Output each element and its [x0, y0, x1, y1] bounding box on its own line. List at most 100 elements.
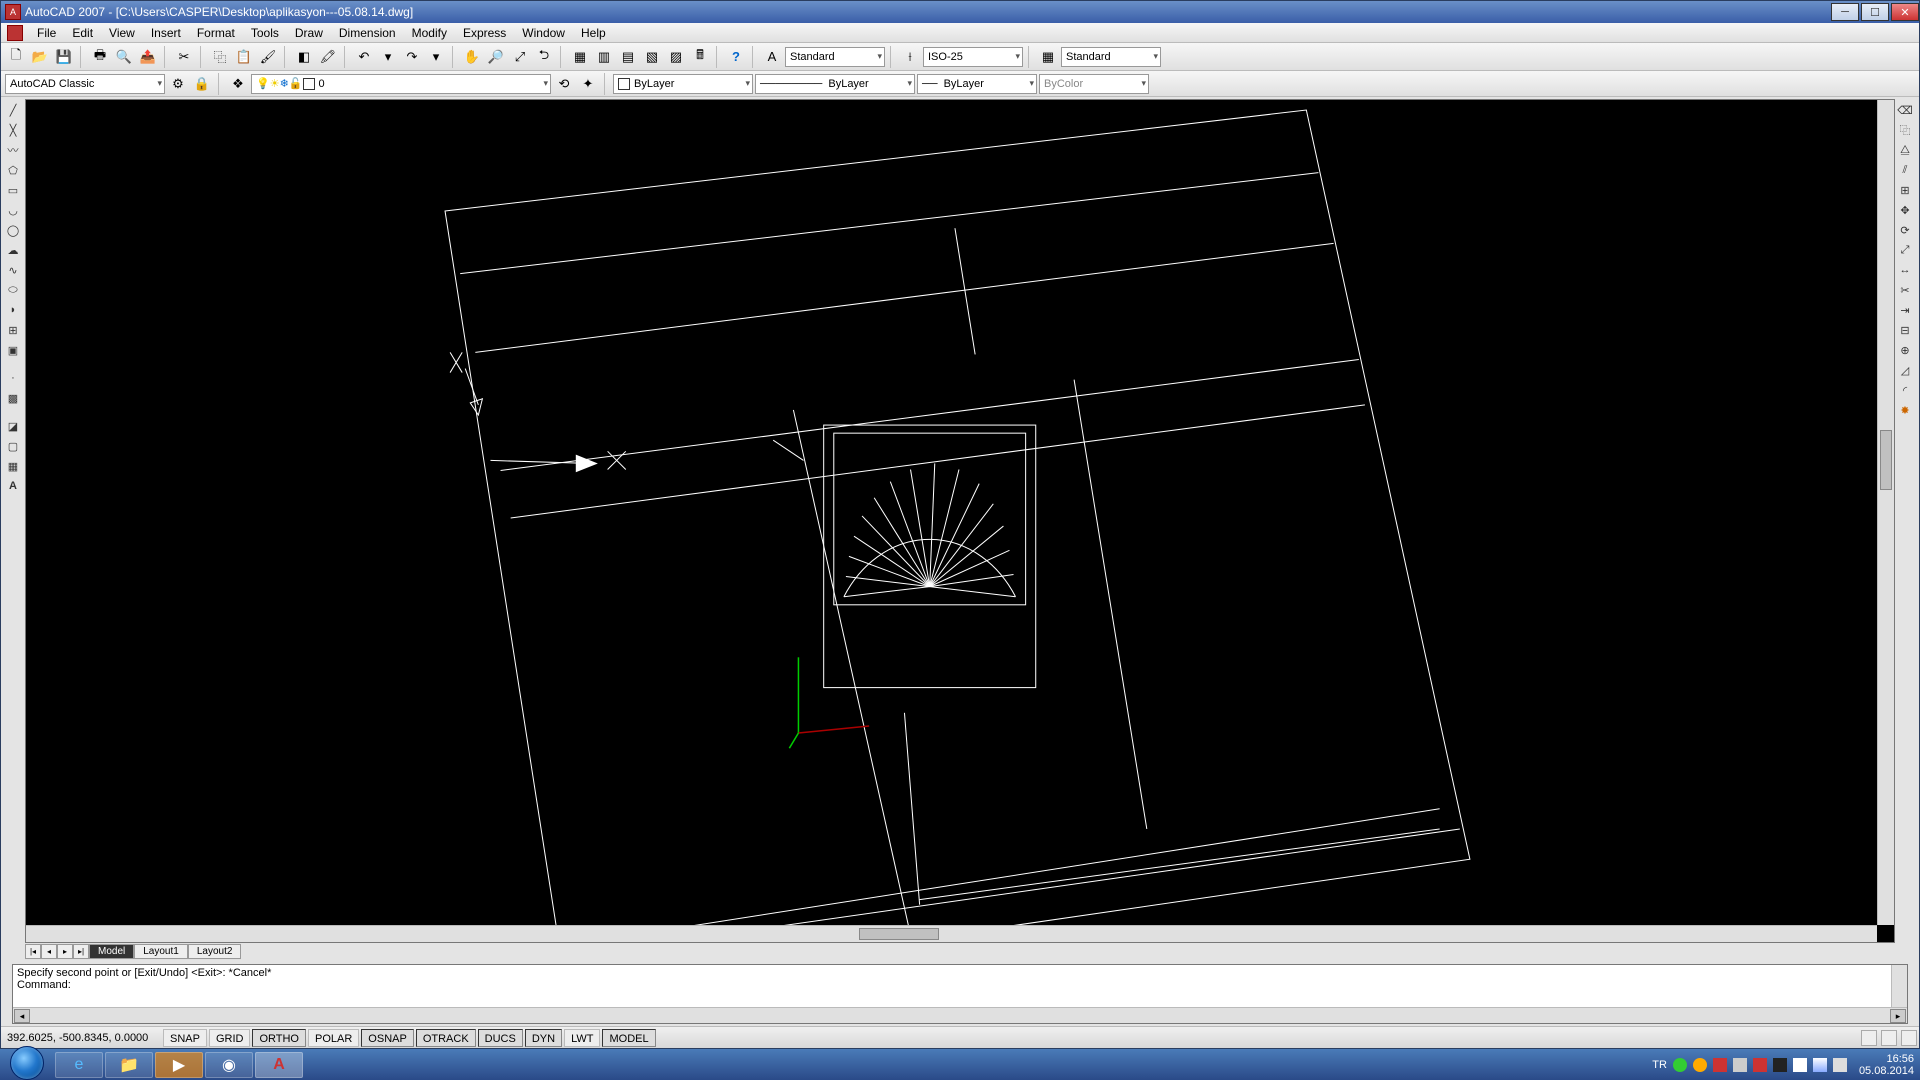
redo-drop-icon[interactable]: ▾: [425, 46, 447, 68]
undo-drop-icon[interactable]: ▾: [377, 46, 399, 68]
tab-first-icon[interactable]: |◂: [25, 944, 41, 959]
toggle-otrack[interactable]: OTRACK: [416, 1029, 476, 1047]
move-icon[interactable]: ✥: [1895, 201, 1915, 219]
status-lock-icon[interactable]: [1881, 1030, 1897, 1046]
toggle-ortho[interactable]: ORTHO: [252, 1029, 306, 1047]
menu-express[interactable]: Express: [455, 24, 514, 42]
help-icon[interactable]: ?: [725, 46, 747, 68]
toggle-snap[interactable]: SNAP: [163, 1029, 207, 1047]
redo-icon[interactable]: ↷: [401, 46, 423, 68]
menu-help[interactable]: Help: [573, 24, 614, 42]
stretch-icon[interactable]: ↔: [1895, 261, 1915, 279]
horizontal-scrollbar[interactable]: [26, 925, 1877, 942]
tray-icon-6[interactable]: [1773, 1058, 1787, 1072]
region-icon[interactable]: ▢: [3, 437, 23, 455]
makeblock-icon[interactable]: ▣: [3, 341, 23, 359]
menu-file[interactable]: File: [29, 24, 64, 42]
circle-icon[interactable]: ◯: [3, 221, 23, 239]
insert-icon[interactable]: ⊞: [3, 321, 23, 339]
hatch-icon[interactable]: ▩: [3, 389, 23, 407]
gradient-icon[interactable]: ◪: [3, 417, 23, 435]
task-chrome-icon[interactable]: ◉: [205, 1052, 253, 1078]
table-icon[interactable]: ▦: [3, 457, 23, 475]
color-dropdown[interactable]: ByLayer▾: [613, 74, 753, 94]
tray-lang[interactable]: TR: [1652, 1059, 1667, 1071]
tray-volume-icon[interactable]: [1833, 1058, 1847, 1072]
workspace-dropdown[interactable]: AutoCAD Classic▾: [5, 74, 165, 94]
task-autocad-icon[interactable]: A: [255, 1052, 303, 1078]
spline-icon[interactable]: ∿: [3, 261, 23, 279]
dc-icon[interactable]: ▥: [593, 46, 615, 68]
menu-view[interactable]: View: [101, 24, 143, 42]
cmd-hscroll[interactable]: ◂ ▸: [13, 1007, 1907, 1023]
block-icon[interactable]: ◧: [293, 46, 315, 68]
dim-style-dropdown[interactable]: ISO-25▾: [923, 47, 1023, 67]
menu-tools[interactable]: Tools: [243, 24, 287, 42]
arc-icon[interactable]: ◡: [3, 201, 23, 219]
minimize-button[interactable]: ─: [1831, 3, 1859, 21]
rotate-icon[interactable]: ⟳: [1895, 221, 1915, 239]
ellipsearc-icon[interactable]: ◗: [3, 301, 23, 319]
tab-layout2[interactable]: Layout2: [188, 944, 242, 959]
tab-layout1[interactable]: Layout1: [134, 944, 188, 959]
tab-next-icon[interactable]: ▸: [57, 944, 73, 959]
toggle-model[interactable]: MODEL: [602, 1029, 655, 1047]
ws-lock-icon[interactable]: 🔒: [191, 73, 213, 95]
open-icon[interactable]: 📂: [29, 46, 51, 68]
paint-icon[interactable]: 🖍: [317, 46, 339, 68]
toggle-ducs[interactable]: DUCS: [478, 1029, 523, 1047]
revcloud-icon[interactable]: ☁: [3, 241, 23, 259]
layer-state-icon[interactable]: ✦: [577, 73, 599, 95]
textstyle-icon[interactable]: A: [761, 46, 783, 68]
explode-icon[interactable]: ✸: [1895, 401, 1915, 419]
task-ie-icon[interactable]: e: [55, 1052, 103, 1078]
menu-dimension[interactable]: Dimension: [331, 24, 404, 42]
copy2-icon[interactable]: ⿻: [1895, 121, 1915, 139]
extend-icon[interactable]: ⇥: [1895, 301, 1915, 319]
save-icon[interactable]: 💾: [53, 46, 75, 68]
ws-settings-icon[interactable]: ⚙: [167, 73, 189, 95]
break-icon[interactable]: ⊟: [1895, 321, 1915, 339]
pline-icon[interactable]: 〰: [3, 141, 23, 159]
point-icon[interactable]: ·: [3, 369, 23, 387]
tab-model[interactable]: Model: [89, 944, 134, 959]
publish-icon[interactable]: 📤: [137, 46, 159, 68]
paste-icon[interactable]: 📋: [233, 46, 255, 68]
dimstyle-icon[interactable]: ⟊: [899, 46, 921, 68]
status-tray-icon[interactable]: [1901, 1030, 1917, 1046]
maximize-button[interactable]: ☐: [1861, 3, 1889, 21]
menu-format[interactable]: Format: [189, 24, 243, 42]
ssm-icon[interactable]: ▧: [641, 46, 663, 68]
join-icon[interactable]: ⊕: [1895, 341, 1915, 359]
ellipse-icon[interactable]: ⬭: [3, 281, 23, 299]
xline-icon[interactable]: ╳: [3, 121, 23, 139]
close-button[interactable]: ✕: [1891, 3, 1919, 21]
cmd-scroll-left-icon[interactable]: ◂: [14, 1009, 30, 1023]
menu-draw[interactable]: Draw: [287, 24, 331, 42]
table-style-dropdown[interactable]: Standard▾: [1061, 47, 1161, 67]
tablestyle-icon[interactable]: ▦: [1037, 46, 1059, 68]
status-comm-icon[interactable]: [1861, 1030, 1877, 1046]
tp-icon[interactable]: ▤: [617, 46, 639, 68]
cut-icon[interactable]: ✂: [173, 46, 195, 68]
toggle-dyn[interactable]: DYN: [525, 1029, 562, 1047]
preview-icon[interactable]: 🔍: [113, 46, 135, 68]
layer-prev-icon[interactable]: ⟲: [553, 73, 575, 95]
trim-icon[interactable]: ✂: [1895, 281, 1915, 299]
tray-icon-2[interactable]: [1693, 1058, 1707, 1072]
line-icon[interactable]: ╱: [3, 101, 23, 119]
mirror-icon[interactable]: ⧋: [1895, 141, 1915, 159]
markup-icon[interactable]: ▨: [665, 46, 687, 68]
plot-icon[interactable]: 🖶: [89, 46, 111, 68]
calc-icon[interactable]: 🖩: [689, 46, 711, 68]
fillet-icon[interactable]: ◜: [1895, 381, 1915, 399]
undo-icon[interactable]: ↶: [353, 46, 375, 68]
task-media-icon[interactable]: ▶: [155, 1052, 203, 1078]
toggle-lwt[interactable]: LWT: [564, 1029, 600, 1047]
tray-flag-icon[interactable]: [1793, 1058, 1807, 1072]
chamfer-icon[interactable]: ◿: [1895, 361, 1915, 379]
menu-modify[interactable]: Modify: [404, 24, 455, 42]
zoom-rt-icon[interactable]: 🔎: [485, 46, 507, 68]
vertical-scrollbar[interactable]: [1877, 100, 1894, 925]
match-icon[interactable]: 🖌: [257, 46, 279, 68]
